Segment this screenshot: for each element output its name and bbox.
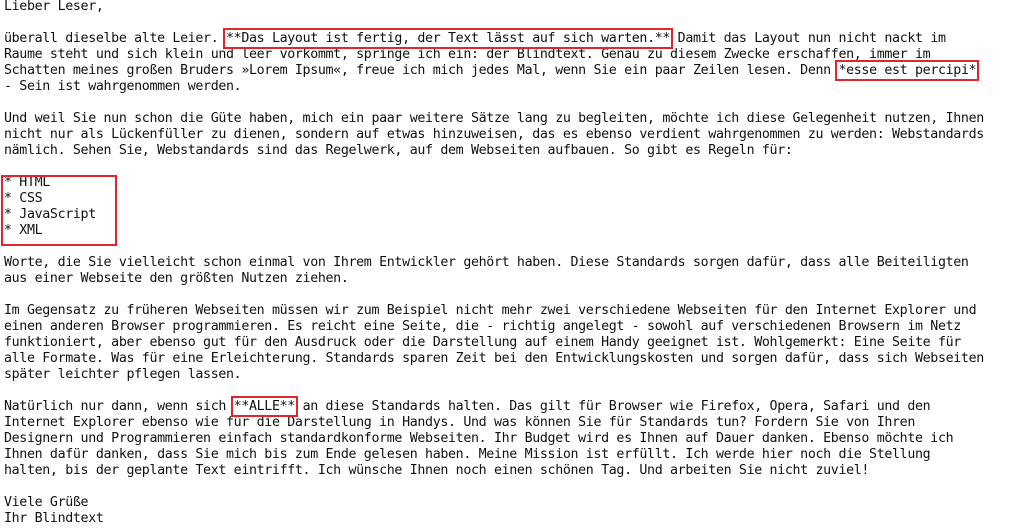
list-item: * HTML <box>4 175 50 190</box>
text-segment: Schatten meines großen Bruders »Lorem Ip… <box>4 63 839 78</box>
text-segment: Natürlich nur dann, wenn sich <box>4 399 234 414</box>
text-line: später leichter pflegen lassen. <box>4 367 242 382</box>
highlight-bold-markup: **ALLE** <box>230 396 298 417</box>
text-line: Natürlich nur dann, wenn sich **ALLE** a… <box>4 396 1029 417</box>
text-line: überall dieselbe alte Leier. **Das Layou… <box>4 28 1029 49</box>
text-line: alle Formate. Was für eine Erleichterung… <box>4 351 984 366</box>
highlight-list-markup: * HTML * CSS * JavaScript * XML <box>1 175 1029 246</box>
text-line: funktioniert, aber ebenso gut für den Au… <box>4 335 961 350</box>
text-line: Ihnen dafür danken, dass Sie mich bis zu… <box>4 447 931 462</box>
text-line: nämlich. Sehen Sie, Webstandards sind da… <box>4 143 793 158</box>
text-line: halten, bis der geplante Text eintrifft.… <box>4 463 870 478</box>
paragraph-developer: Worte, die Sie vielleicht schon einmal v… <box>4 255 1029 287</box>
list-item: * CSS <box>4 191 43 206</box>
highlight-bold-markup: **Das Layout ist fertig, der Text lässt … <box>223 28 674 49</box>
text-line: Im Gegensatz zu früheren Webseiten müsse… <box>4 303 977 318</box>
highlight-italic-markup: *esse est percipi* <box>835 60 980 81</box>
text-segment: Damit das Layout nun nicht nackt im <box>670 31 946 46</box>
greeting: Lieber Leser, <box>4 0 104 14</box>
text-line: nicht nur als Lückenfüller zu dienen, so… <box>4 127 984 142</box>
text-line: aus einer Webseite den größten Nutzen zi… <box>4 271 349 286</box>
text-line: Raume steht und sich klein und leer vork… <box>4 47 931 62</box>
paragraph-intro: überall dieselbe alte Leier. **Das Layou… <box>4 28 1029 95</box>
text-segment: an diese Standards halten. Das gilt für … <box>294 399 931 414</box>
text-line: Internet Explorer ebenso wie für die Dar… <box>4 415 915 430</box>
text-line: Und weil Sie nun schon die Güte haben, m… <box>4 111 984 126</box>
text-line: Schatten meines großen Bruders »Lorem Ip… <box>4 60 1029 81</box>
text-line: einen anderen Browser programmieren. Es … <box>4 319 961 334</box>
text-line: Worte, die Sie vielleicht schon einmal v… <box>4 255 969 270</box>
paragraph-conclusion: Natürlich nur dann, wenn sich **ALLE** a… <box>4 396 1029 479</box>
text-segment: überall dieselbe alte Leier. <box>4 31 227 46</box>
signature: Ihr Blindtext <box>4 511 104 526</box>
paragraph-webstandards: Und weil Sie nun schon die Güte haben, m… <box>4 111 1029 159</box>
paragraph-browsers: Im Gegensatz zu früheren Webseiten müsse… <box>4 303 1029 383</box>
text-line: Designern und Programmieren einfach stan… <box>4 431 954 446</box>
list-item: * XML <box>4 223 43 238</box>
text-line: - Sein ist wahrgenommen werden. <box>4 79 242 94</box>
closing: Viele Grüße <box>4 495 89 510</box>
plain-text-document: Lieber Leser, überall dieselbe alte Leie… <box>1 0 1029 527</box>
list-item: * JavaScript <box>4 207 96 222</box>
